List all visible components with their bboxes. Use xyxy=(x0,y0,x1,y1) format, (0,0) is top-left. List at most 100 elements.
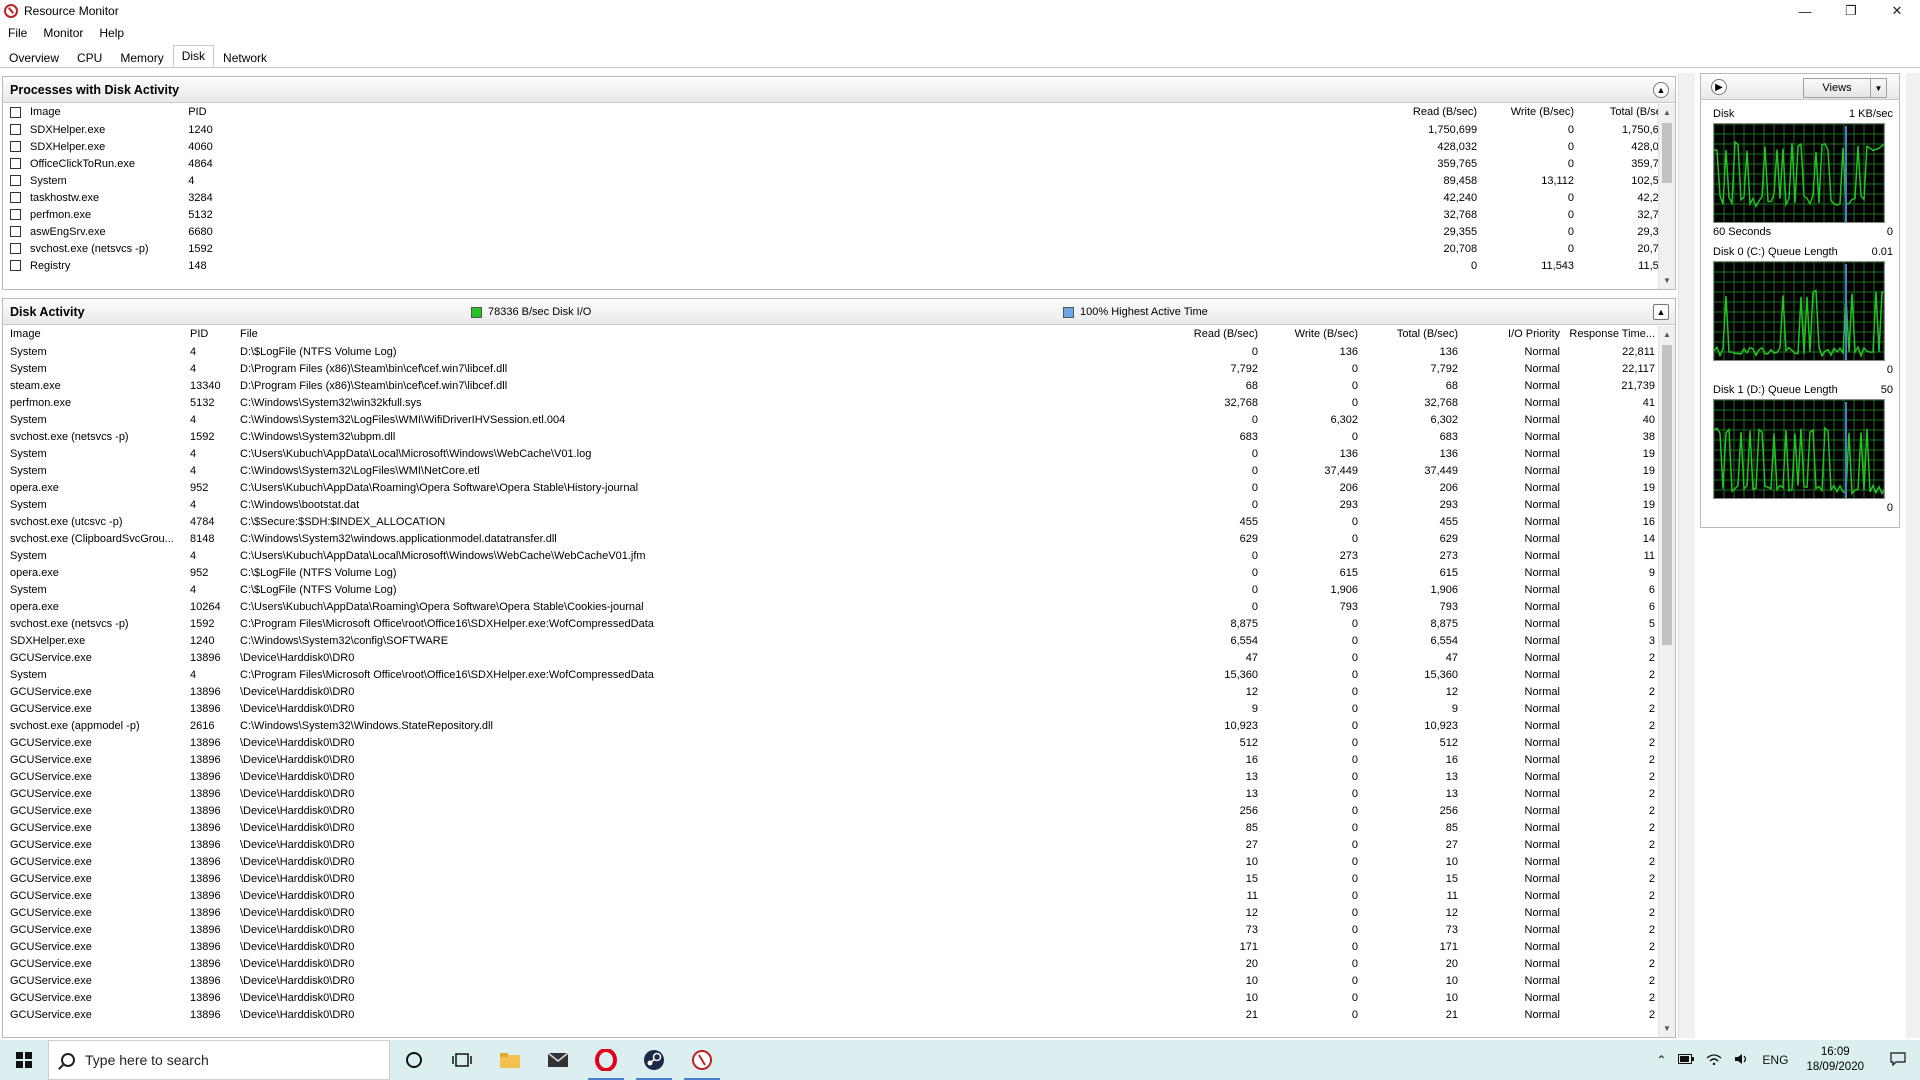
language-indicator[interactable]: ENG xyxy=(1756,1053,1794,1067)
opera-icon[interactable] xyxy=(582,1040,630,1080)
volume-icon[interactable] xyxy=(1728,1053,1756,1068)
table-row[interactable]: svchost.exe (appmodel -p) 2616 C:\Windows\… xyxy=(3,717,1675,734)
table-row[interactable]: SDXHelper.exe 4060 428,032 0 428,032 xyxy=(3,138,1675,155)
row-checkbox[interactable] xyxy=(10,141,21,152)
table-row[interactable]: steam.exe 13340 D:\Program Files (x86)\Ste… xyxy=(3,377,1675,394)
graph-panel-scrollbar[interactable] xyxy=(1906,73,1920,1038)
row-checkbox[interactable] xyxy=(10,260,21,271)
main-scrollbar[interactable] xyxy=(1678,73,1695,1038)
chevron-up-icon[interactable]: ⌃ xyxy=(1650,1053,1672,1067)
table-row[interactable]: GCUService.exe 13896 \Device\Harddisk0\DR0… xyxy=(3,751,1675,768)
menu-help[interactable]: Help xyxy=(91,26,132,40)
collapse-up-icon[interactable]: ▲ xyxy=(1653,304,1669,320)
close-icon[interactable]: ✕ xyxy=(1874,0,1920,22)
table-row[interactable]: opera.exe 10264 C:\Users\Kubuch\AppData\Ro… xyxy=(3,598,1675,615)
col-response-time[interactable]: Response Time... xyxy=(1564,328,1659,340)
table-row[interactable]: taskhostw.exe 3284 42,240 0 42,240 xyxy=(3,189,1675,206)
table-row[interactable]: GCUService.exe 13896 \Device\Harddisk0\DR0… xyxy=(3,836,1675,853)
table-row[interactable]: System 4 C:\Windows\bootstat.dat 0 293 293 Nor… xyxy=(3,496,1675,513)
col-write[interactable]: Write (B/sec) xyxy=(1262,328,1362,340)
table-row[interactable]: System 4 C:\$LogFile (NTFS Volume Log) 0 1,9… xyxy=(3,581,1675,598)
col-read[interactable]: Read (B/sec) xyxy=(1400,106,1481,118)
table-row[interactable]: GCUService.exe 13896 \Device\Harddisk0\DR0… xyxy=(3,989,1675,1006)
restore-icon[interactable]: ❐ xyxy=(1828,0,1874,22)
table-row[interactable]: System 4 C:\Program Files\Microsoft Office… xyxy=(3,666,1675,683)
table-row[interactable]: GCUService.exe 13896 \Device\Harddisk0\DR0… xyxy=(3,921,1675,938)
col-io-priority[interactable]: I/O Priority xyxy=(1462,328,1564,340)
scroll-down-icon[interactable]: ▼ xyxy=(1659,272,1675,289)
start-button[interactable] xyxy=(0,1040,48,1080)
col-write[interactable]: Write (B/sec) xyxy=(1481,106,1578,118)
table-row[interactable]: GCUService.exe 13896 \Device\Harddisk0\DR0… xyxy=(3,904,1675,921)
processes-panel-header[interactable]: Processes with Disk Activity ▲ xyxy=(3,77,1675,103)
table-row[interactable]: opera.exe 952 C:\$LogFile (NTFS Volume Log… xyxy=(3,564,1675,581)
views-button[interactable]: Views ▼ xyxy=(1803,78,1887,98)
table-row[interactable]: GCUService.exe 13896 \Device\Harddisk0\DR0… xyxy=(3,1006,1675,1023)
table-row[interactable]: svchost.exe (netsvcs -p) 1592 C:\Windows\S… xyxy=(3,428,1675,445)
activity-scrollbar[interactable]: ▲ ▼ xyxy=(1658,326,1675,1037)
row-checkbox[interactable] xyxy=(10,175,21,186)
file-explorer-icon[interactable] xyxy=(486,1040,534,1080)
col-pid[interactable]: PID xyxy=(186,328,236,340)
col-image[interactable]: Image xyxy=(6,328,186,340)
scroll-thumb[interactable] xyxy=(1662,345,1672,645)
table-row[interactable]: perfmon.exe 5132 32,768 0 32,768 xyxy=(3,206,1675,223)
table-row[interactable]: perfmon.exe 5132 C:\Windows\System32\win32… xyxy=(3,394,1675,411)
table-row[interactable]: System 4 C:\Windows\System32\LogFiles\WMI\… xyxy=(3,462,1675,479)
table-row[interactable]: System 4 C:\Users\Kubuch\AppData\Local\Mic… xyxy=(3,547,1675,564)
battery-icon[interactable] xyxy=(1672,1053,1700,1067)
task-view-icon[interactable] xyxy=(438,1040,486,1080)
collapse-up-icon[interactable]: ▲ xyxy=(1653,82,1669,98)
table-row[interactable]: GCUService.exe 13896 \Device\Harddisk0\DR0… xyxy=(3,785,1675,802)
table-row[interactable]: GCUService.exe 13896 \Device\Harddisk0\DR0… xyxy=(3,887,1675,904)
table-row[interactable]: GCUService.exe 13896 \Device\Harddisk0\DR0… xyxy=(3,853,1675,870)
menu-monitor[interactable]: Monitor xyxy=(35,26,91,40)
row-checkbox[interactable] xyxy=(10,243,21,254)
chevron-down-icon[interactable]: ▼ xyxy=(1870,79,1886,97)
row-checkbox[interactable] xyxy=(10,226,21,237)
row-checkbox[interactable] xyxy=(10,124,21,135)
table-row[interactable]: SDXHelper.exe 1240 C:\Windows\System32\con… xyxy=(3,632,1675,649)
row-checkbox[interactable] xyxy=(10,158,21,169)
tab-memory[interactable]: Memory xyxy=(111,47,172,67)
scroll-up-icon[interactable]: ▲ xyxy=(1659,326,1675,343)
tab-disk[interactable]: Disk xyxy=(172,45,215,67)
table-row[interactable]: aswEngSrv.exe 6680 29,355 0 29,355 xyxy=(3,223,1675,240)
table-row[interactable]: Registry 148 0 11,543 11,543 xyxy=(3,257,1675,274)
col-file[interactable]: File xyxy=(236,328,1166,340)
table-row[interactable]: GCUService.exe 13896 \Device\Harddisk0\DR0… xyxy=(3,734,1675,751)
table-row[interactable]: svchost.exe (netsvcs -p) 1592 20,708 0 20,70… xyxy=(3,240,1675,257)
minimize-icon[interactable]: — xyxy=(1782,0,1828,22)
col-pid[interactable]: PID xyxy=(184,106,229,118)
table-row[interactable]: System 4 D:\$LogFile (NTFS Volume Log) 0 136… xyxy=(3,343,1675,360)
col-image[interactable]: Image xyxy=(26,106,184,118)
table-row[interactable]: System 4 D:\Program Files (x86)\Steam\bin\… xyxy=(3,360,1675,377)
steam-icon[interactable] xyxy=(630,1040,678,1080)
resource-monitor-taskbar-icon[interactable] xyxy=(678,1040,726,1080)
table-row[interactable]: GCUService.exe 13896 \Device\Harddisk0\DR0… xyxy=(3,938,1675,955)
table-row[interactable]: GCUService.exe 13896 \Device\Harddisk0\DR0… xyxy=(3,870,1675,887)
table-row[interactable]: GCUService.exe 13896 \Device\Harddisk0\DR0… xyxy=(3,819,1675,836)
table-row[interactable]: GCUService.exe 13896 \Device\Harddisk0\DR0… xyxy=(3,802,1675,819)
scroll-thumb[interactable] xyxy=(1662,123,1672,183)
table-row[interactable]: svchost.exe (utcsvc -p) 4784 C:\$Secure:$S… xyxy=(3,513,1675,530)
table-row[interactable]: GCUService.exe 13896 \Device\Harddisk0\DR0… xyxy=(3,683,1675,700)
table-row[interactable]: GCUService.exe 13896 \Device\Harddisk0\DR0… xyxy=(3,700,1675,717)
select-all-checkbox[interactable] xyxy=(10,106,21,118)
disk-activity-header[interactable]: Disk Activity 78336 B/sec Disk I/O 100% … xyxy=(3,299,1675,325)
expand-right-icon[interactable]: ▶ xyxy=(1711,79,1727,95)
table-row[interactable]: System 4 89,458 13,112 102,570 xyxy=(3,172,1675,189)
table-row[interactable]: SDXHelper.exe 1240 1,750,699 0 1,750,699 xyxy=(3,121,1675,138)
table-row[interactable]: svchost.exe (netsvcs -p) 1592 C:\Program F… xyxy=(3,615,1675,632)
row-checkbox[interactable] xyxy=(10,209,21,220)
tab-network[interactable]: Network xyxy=(214,47,276,67)
table-row[interactable]: opera.exe 952 C:\Users\Kubuch\AppData\Roam… xyxy=(3,479,1675,496)
table-row[interactable]: System 4 C:\Users\Kubuch\AppData\Local\Mic… xyxy=(3,445,1675,462)
table-row[interactable]: GCUService.exe 13896 \Device\Harddisk0\DR0… xyxy=(3,649,1675,666)
table-row[interactable]: svchost.exe (ClipboardSvcGrou... 8148 C:\W… xyxy=(3,530,1675,547)
table-row[interactable]: GCUService.exe 13896 \Device\Harddisk0\DR0… xyxy=(3,955,1675,972)
mail-icon[interactable] xyxy=(534,1040,582,1080)
taskbar-search[interactable]: Type here to search xyxy=(48,1040,390,1080)
notifications-icon[interactable] xyxy=(1876,1051,1920,1069)
table-row[interactable]: GCUService.exe 13896 \Device\Harddisk0\DR0… xyxy=(3,972,1675,989)
